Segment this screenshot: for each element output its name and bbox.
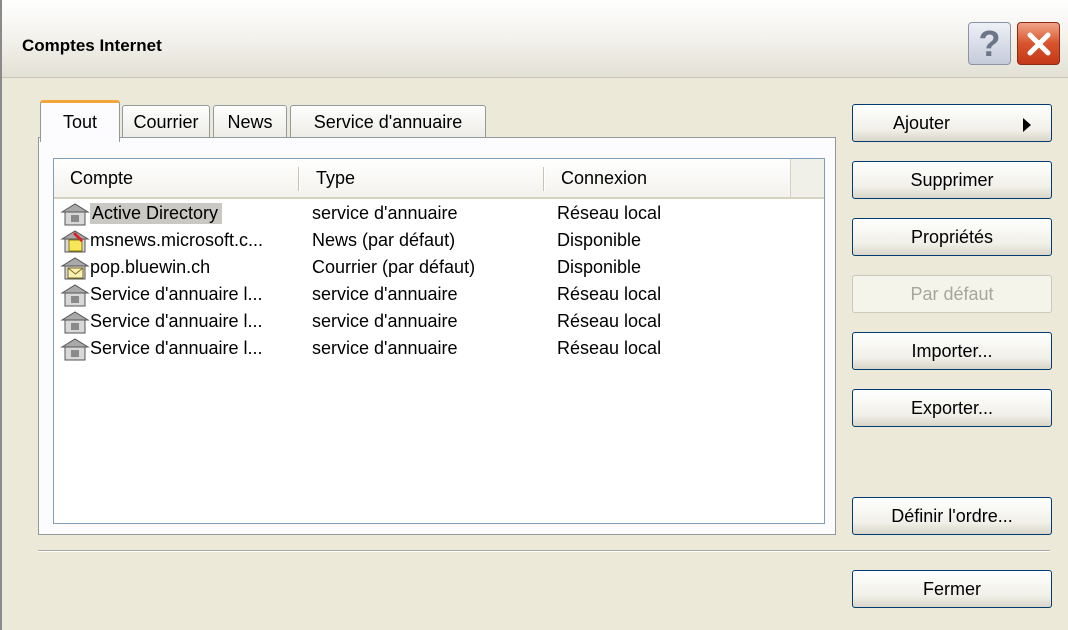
account-name: Active Directory [90, 203, 223, 224]
column-header-compte[interactable]: Compte [54, 159, 300, 197]
internet-accounts-dialog: Comptes Internet ? Tout Courrier News Se… [0, 0, 1068, 630]
account-name: Service d'annuaire l... [90, 284, 263, 304]
account-name: msnews.microsoft.c... [90, 230, 264, 250]
account-type: service d'annuaire [312, 311, 458, 331]
add-button-label: Ajouter [893, 112, 951, 133]
title-bar: Comptes Internet ? [2, 0, 1068, 78]
account-name: pop.bluewin.ch [90, 257, 211, 277]
list-item[interactable]: Service d'annuaire l... service d'annuai… [60, 282, 800, 309]
account-connection: Réseau local [557, 203, 662, 223]
tab-service-annuaire[interactable]: Service d'annuaire [290, 105, 486, 139]
account-name: Service d'annuaire l... [90, 338, 263, 358]
help-icon: ? [978, 22, 1001, 64]
set-order-button[interactable]: Définir l'ordre... [852, 497, 1052, 535]
remove-button[interactable]: Supprimer [852, 161, 1052, 199]
close-button-label: Fermer [923, 578, 981, 599]
tab-panel: Compte Type Connexion Active Directory s… [38, 137, 836, 535]
tab-courrier[interactable]: Courrier [122, 105, 210, 139]
mail-icon [60, 257, 90, 280]
divider [38, 550, 1050, 552]
column-label: Type [316, 167, 356, 188]
close-button[interactable]: Fermer [852, 570, 1052, 608]
tab-label: Tout [62, 112, 98, 132]
close-icon [1027, 32, 1050, 55]
export-button[interactable]: Exporter... [852, 389, 1052, 427]
column-header-connexion[interactable]: Connexion [545, 159, 790, 197]
list-item[interactable]: pop.bluewin.ch Courrier (par défaut) Dis… [60, 255, 800, 282]
directory-icon [60, 203, 90, 226]
account-type: Courrier (par défaut) [312, 257, 476, 277]
header-filler [790, 159, 824, 197]
column-header-type[interactable]: Type [300, 159, 545, 197]
properties-button[interactable]: Propriétés [852, 218, 1052, 256]
tab-label: Courrier [133, 112, 199, 132]
directory-icon [60, 311, 90, 334]
news-icon [60, 230, 90, 253]
remove-button-label: Supprimer [910, 169, 994, 190]
list-item[interactable]: Service d'annuaire l... service d'annuai… [60, 336, 800, 363]
import-button[interactable]: Importer... [852, 332, 1052, 370]
list-item[interactable]: msnews.microsoft.c... News (par défaut) … [60, 228, 800, 255]
directory-icon [60, 338, 90, 361]
list-header: Compte Type Connexion [54, 159, 824, 199]
account-type: service d'annuaire [312, 203, 458, 223]
account-type: News (par défaut) [312, 230, 456, 250]
set-default-button-label: Par défaut [910, 283, 994, 304]
set-default-button[interactable]: Par défaut [852, 275, 1052, 313]
account-connection: Réseau local [557, 338, 662, 358]
account-type: service d'annuaire [312, 284, 458, 304]
close-window-button[interactable] [1017, 22, 1060, 65]
tab-tout[interactable]: Tout [40, 100, 120, 142]
list-item[interactable]: Active Directory service d'annuaire Rése… [60, 201, 800, 228]
list-item[interactable]: Service d'annuaire l... service d'annuai… [60, 309, 800, 336]
properties-button-label: Propriétés [910, 226, 994, 247]
import-button-label: Importer... [911, 340, 993, 361]
submenu-arrow-icon [1023, 118, 1031, 132]
tab-news[interactable]: News [213, 105, 287, 139]
column-label: Connexion [561, 167, 648, 188]
directory-icon [60, 284, 90, 307]
tab-label: News [227, 112, 273, 132]
export-button-label: Exporter... [910, 397, 994, 418]
set-order-button-label: Définir l'ordre... [891, 505, 1013, 526]
column-label: Compte [70, 167, 134, 188]
help-button[interactable]: ? [968, 22, 1011, 65]
account-name: Service d'annuaire l... [90, 311, 263, 331]
account-connection: Réseau local [557, 311, 662, 331]
window-title: Comptes Internet [22, 36, 162, 55]
account-type: service d'annuaire [312, 338, 458, 358]
tab-label: Service d'annuaire [313, 112, 463, 132]
add-button[interactable]: Ajouter [852, 104, 1052, 142]
account-connection: Réseau local [557, 284, 662, 304]
account-connection: Disponible [557, 257, 642, 277]
accounts-list[interactable]: Compte Type Connexion Active Directory s… [53, 158, 825, 524]
account-connection: Disponible [557, 230, 642, 250]
